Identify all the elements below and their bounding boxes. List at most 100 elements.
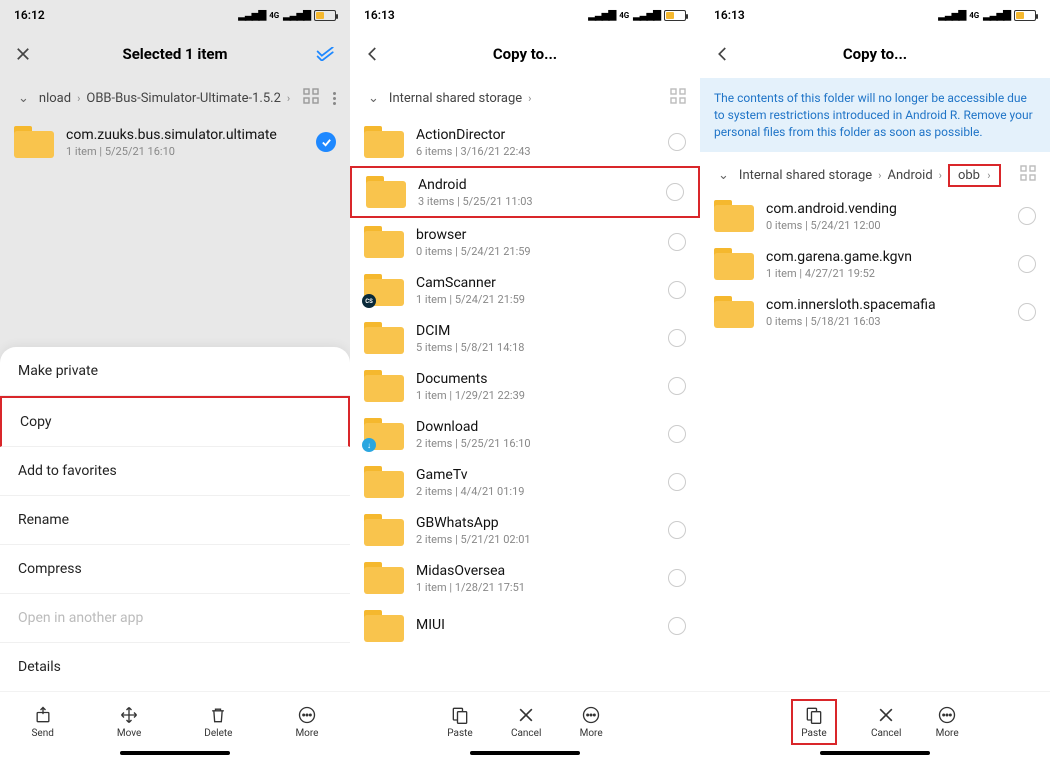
more-button[interactable]: More xyxy=(936,705,959,739)
checked-icon[interactable] xyxy=(316,132,336,152)
item-name: Download xyxy=(416,419,656,435)
more-button[interactable]: More xyxy=(580,705,603,739)
status-indicators: ▂▃▅▇ 4G ▂▃▅▇ xyxy=(938,10,1036,21)
status-time: 16:13 xyxy=(364,8,395,22)
status-indicators: ▂▃▅▇ 4G ▂▃▅▇ xyxy=(588,10,686,21)
close-icon[interactable] xyxy=(14,45,32,63)
status-bar: 16:13 ▂▃▅▇ 4G ▂▃▅▇ xyxy=(350,0,700,30)
radio-unselected[interactable] xyxy=(668,617,686,635)
radio-unselected[interactable] xyxy=(1018,207,1036,225)
status-time: 16:13 xyxy=(714,8,745,22)
more-icon[interactable] xyxy=(325,92,336,105)
radio-unselected[interactable] xyxy=(668,329,686,347)
radio-unselected[interactable] xyxy=(668,425,686,443)
breadcrumb[interactable]: ⌄ Internal shared storage › xyxy=(350,78,700,118)
list-item[interactable]: MIUI xyxy=(350,602,700,650)
move-button[interactable]: Move xyxy=(117,705,141,739)
item-name: GBWhatsApp xyxy=(416,515,656,531)
item-name: Android xyxy=(418,177,654,193)
view-grid-icon[interactable] xyxy=(303,88,319,108)
more-button[interactable]: More xyxy=(295,705,318,739)
breadcrumb-obb[interactable]: obb › xyxy=(948,164,1001,187)
bottom-toolbar: Send Move Delete More xyxy=(0,691,350,759)
view-grid-icon[interactable] xyxy=(670,88,686,108)
list-item[interactable]: CS CamScanner 1 item | 5/24/21 21:59 xyxy=(350,266,700,314)
sheet-make-private[interactable]: Make private xyxy=(0,347,350,396)
sheet-compress[interactable]: Compress xyxy=(0,545,350,594)
list-item[interactable]: GBWhatsApp 2 items | 5/21/21 02:01 xyxy=(350,506,700,554)
radio-unselected[interactable] xyxy=(1018,255,1036,273)
list-item[interactable]: browser 0 items | 5/24/21 21:59 xyxy=(350,218,700,266)
chevron-down-icon[interactable]: ⌄ xyxy=(718,168,729,183)
folder-icon: ↓ xyxy=(364,418,404,450)
radio-unselected[interactable] xyxy=(668,281,686,299)
folder-icon xyxy=(364,562,404,594)
list-item[interactable]: com.innersloth.spacemafia 0 items | 5/18… xyxy=(700,288,1050,336)
list-item[interactable]: Documents 1 item | 1/29/21 22:39 xyxy=(350,362,700,410)
radio-unselected[interactable] xyxy=(668,133,686,151)
list-item[interactable]: com.android.vending 0 items | 5/24/21 12… xyxy=(700,192,1050,240)
list-item[interactable]: com.garena.game.kgvn 1 item | 4/27/21 19… xyxy=(700,240,1050,288)
status-bar: 16:13 ▂▃▅▇ 4G ▂▃▅▇ xyxy=(700,0,1050,30)
breadcrumb-segment[interactable]: OBB-Bus-Simulator-Ultimate-1.5.2 xyxy=(86,91,281,106)
folder-list[interactable]: ActionDirector 6 items | 3/16/21 22:43 A… xyxy=(350,118,700,759)
sheet-details[interactable]: Details xyxy=(0,643,350,691)
battery-icon xyxy=(664,10,686,21)
breadcrumb-segment[interactable]: nload xyxy=(39,91,71,106)
cancel-button[interactable]: Cancel xyxy=(511,705,541,739)
info-banner: The contents of this folder will no long… xyxy=(700,78,1050,152)
page-header: Copy to... xyxy=(700,30,1050,78)
breadcrumb[interactable]: ⌄ Internal shared storage › Android › ob… xyxy=(700,152,1050,192)
selection-header: Selected 1 item xyxy=(0,30,350,78)
header-title: Copy to... xyxy=(700,45,1050,63)
cancel-button[interactable]: Cancel xyxy=(871,705,901,739)
sheet-add-favorites[interactable]: Add to favorites xyxy=(0,447,350,496)
radio-unselected[interactable] xyxy=(668,521,686,539)
list-item[interactable]: MidasOversea 1 item | 1/28/21 17:51 xyxy=(350,554,700,602)
sheet-copy[interactable]: Copy xyxy=(0,396,350,447)
list-item[interactable]: Android 3 items | 5/25/21 11:03 xyxy=(350,166,700,218)
item-name: CamScanner xyxy=(416,275,656,291)
list-item[interactable]: DCIM 5 items | 5/8/21 14:18 xyxy=(350,314,700,362)
back-icon[interactable] xyxy=(714,45,732,63)
signal-icon: ▂▃▅▇ xyxy=(938,10,965,21)
sheet-open-other: Open in another app xyxy=(0,594,350,643)
breadcrumb[interactable]: ⌄ nload › OBB-Bus-Simulator-Ultimate-1.5… xyxy=(0,78,350,118)
folder-icon xyxy=(364,322,404,354)
breadcrumb-android[interactable]: Android xyxy=(887,168,932,183)
paste-button[interactable]: Paste xyxy=(791,699,836,745)
signal-icon-2: ▂▃▅▇ xyxy=(983,10,1010,21)
folder-icon xyxy=(14,126,54,158)
delete-button[interactable]: Delete xyxy=(204,705,232,739)
back-icon[interactable] xyxy=(364,45,382,63)
radio-unselected[interactable] xyxy=(668,233,686,251)
radio-unselected[interactable] xyxy=(1018,303,1036,321)
radio-unselected[interactable] xyxy=(668,473,686,491)
list-item[interactable]: ActionDirector 6 items | 3/16/21 22:43 xyxy=(350,118,700,166)
network-4g-label: 4G xyxy=(619,11,629,20)
chevron-down-icon[interactable]: ⌄ xyxy=(18,91,29,106)
folder-list[interactable]: com.android.vending 0 items | 5/24/21 12… xyxy=(700,192,1050,759)
radio-unselected[interactable] xyxy=(666,183,684,201)
chevron-down-icon[interactable]: ⌄ xyxy=(368,91,379,106)
signal-icon: ▂▃▅▇ xyxy=(238,10,265,21)
select-all-icon[interactable] xyxy=(316,47,336,61)
view-grid-icon[interactable] xyxy=(1020,165,1036,185)
item-meta: 2 items | 4/4/21 01:19 xyxy=(416,485,656,498)
network-4g-label: 4G xyxy=(269,11,279,20)
item-meta: 1 item | 4/27/21 19:52 xyxy=(766,267,1006,280)
breadcrumb-root[interactable]: Internal shared storage xyxy=(389,91,522,106)
item-meta: 1 item | 1/29/21 22:39 xyxy=(416,389,656,402)
list-item[interactable]: com.zuuks.bus.simulator.ultimate 1 item … xyxy=(0,118,350,166)
breadcrumb-root[interactable]: Internal shared storage xyxy=(739,168,872,183)
sheet-rename[interactable]: Rename xyxy=(0,496,350,545)
item-name: Documents xyxy=(416,371,656,387)
radio-unselected[interactable] xyxy=(668,569,686,587)
page-header: Copy to... xyxy=(350,30,700,78)
paste-button[interactable]: Paste xyxy=(447,705,472,739)
send-button[interactable]: Send xyxy=(31,705,53,739)
radio-unselected[interactable] xyxy=(668,377,686,395)
list-item[interactable]: ↓ Download 2 items | 5/25/21 16:10 xyxy=(350,410,700,458)
folder-icon xyxy=(364,466,404,498)
list-item[interactable]: GameTv 2 items | 4/4/21 01:19 xyxy=(350,458,700,506)
